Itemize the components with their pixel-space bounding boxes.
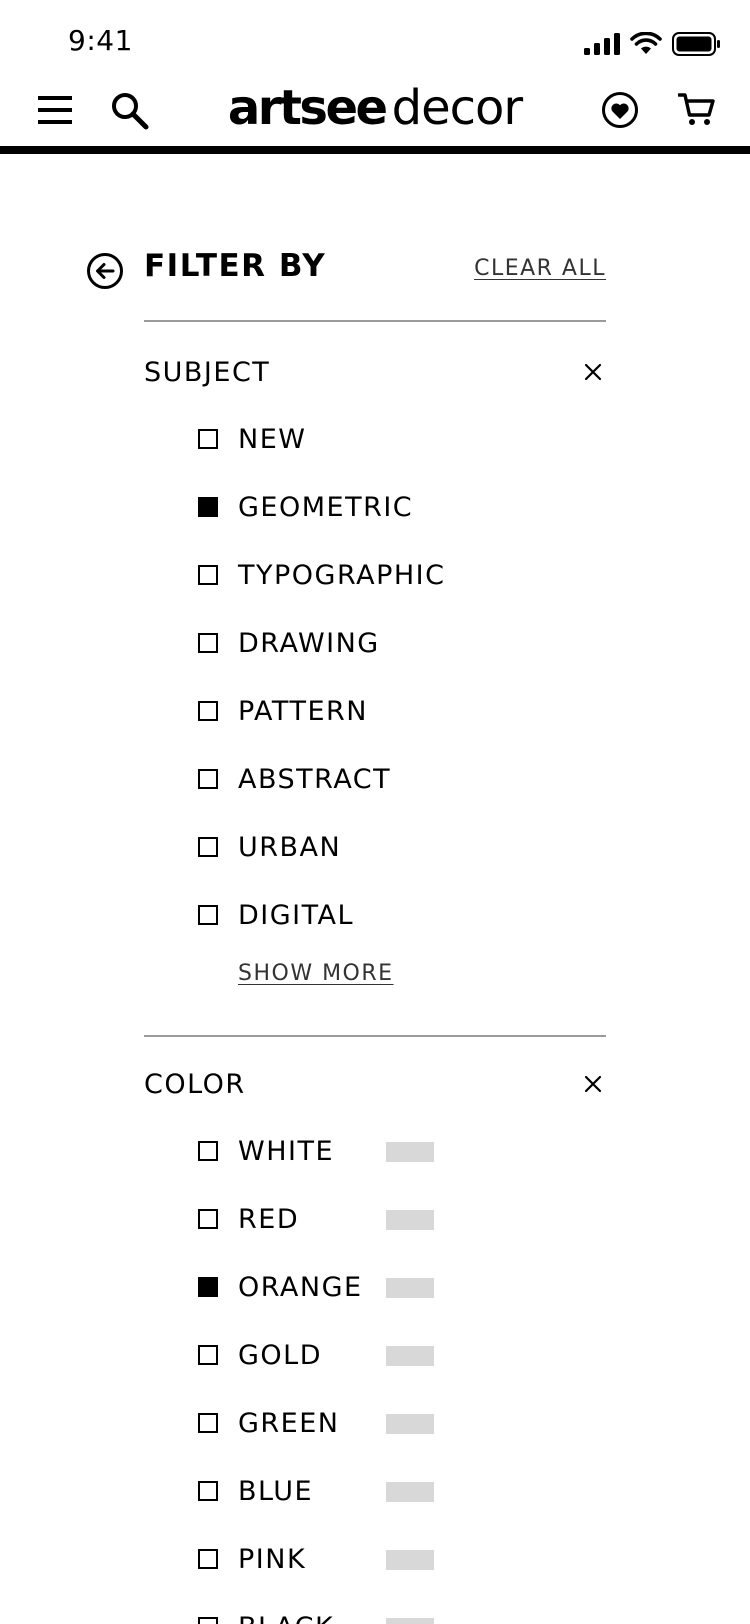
option-label: BLACK: [238, 1612, 334, 1624]
section-divider: [144, 320, 606, 322]
color-option-gold[interactable]: GOLD: [198, 1321, 598, 1389]
checkbox[interactable]: [198, 1413, 218, 1433]
subject-option-urban[interactable]: URBAN: [198, 813, 598, 881]
color-swatch: [386, 1482, 434, 1502]
subject-option-abstract[interactable]: ABSTRACT: [198, 745, 598, 813]
option-label: GREEN: [238, 1407, 340, 1439]
color-swatch: [386, 1142, 434, 1162]
option-label: PINK: [238, 1543, 307, 1575]
checkbox[interactable]: [198, 905, 218, 925]
checkbox[interactable]: [198, 633, 218, 653]
subject-options: NEW GEOMETRIC TYPOGRAPHIC DRAWING PATTER…: [198, 405, 598, 949]
color-option-black[interactable]: BLACK: [198, 1593, 598, 1624]
color-swatch: [386, 1414, 434, 1434]
color-swatch: [386, 1618, 434, 1624]
signal-icon: [584, 33, 620, 55]
option-label: NEW: [238, 423, 307, 455]
logo-light-text: decor: [391, 80, 523, 136]
section-divider: [144, 1035, 606, 1037]
subject-option-pattern[interactable]: PATTERN: [198, 677, 598, 745]
checkbox[interactable]: [198, 1209, 218, 1229]
color-option-pink[interactable]: PINK: [198, 1525, 598, 1593]
checkbox[interactable]: [198, 1617, 218, 1624]
collapse-color-close-icon[interactable]: [584, 1075, 602, 1093]
color-option-orange[interactable]: ORANGE: [198, 1253, 598, 1321]
option-label: DRAWING: [238, 627, 380, 659]
option-label: URBAN: [238, 831, 342, 863]
status-time: 9:41: [68, 24, 133, 57]
favorites-heart-icon[interactable]: [601, 91, 639, 129]
color-swatch: [386, 1278, 434, 1298]
color-swatch: [386, 1210, 434, 1230]
back-arrow-icon[interactable]: [86, 252, 124, 290]
logo-bold-text: artsee: [227, 80, 388, 136]
show-more-link[interactable]: SHOW MORE: [238, 961, 394, 986]
filter-screen: 9:41 artsee decor FILTER BY CLEAR ALL SU…: [0, 0, 750, 1624]
checkbox-checked[interactable]: [198, 497, 218, 517]
checkbox-checked[interactable]: [198, 1277, 218, 1297]
wifi-icon: [630, 32, 662, 54]
option-label: GEOMETRIC: [238, 491, 414, 523]
subject-option-new[interactable]: NEW: [198, 405, 598, 473]
option-label: DIGITAL: [238, 899, 355, 931]
subject-option-typographic[interactable]: TYPOGRAPHIC: [198, 541, 598, 609]
subject-title: SUBJECT: [144, 357, 271, 388]
header-divider: [0, 146, 750, 154]
cart-icon[interactable]: [678, 92, 716, 128]
checkbox[interactable]: [198, 1345, 218, 1365]
option-label: GOLD: [238, 1339, 323, 1371]
subject-option-geometric[interactable]: GEOMETRIC: [198, 473, 598, 541]
checkbox[interactable]: [198, 837, 218, 857]
checkbox[interactable]: [198, 769, 218, 789]
color-swatch: [386, 1346, 434, 1366]
option-label: RED: [238, 1203, 300, 1235]
option-label: TYPOGRAPHIC: [238, 559, 446, 591]
checkbox[interactable]: [198, 565, 218, 585]
checkbox[interactable]: [198, 1549, 218, 1569]
option-label: WHITE: [238, 1135, 335, 1167]
checkbox[interactable]: [198, 1141, 218, 1161]
battery-icon: [672, 32, 720, 56]
color-option-red[interactable]: RED: [198, 1185, 598, 1253]
checkbox[interactable]: [198, 701, 218, 721]
option-label: PATTERN: [238, 695, 368, 727]
color-option-green[interactable]: GREEN: [198, 1389, 598, 1457]
status-icons: [584, 32, 720, 56]
option-label: ABSTRACT: [238, 763, 392, 795]
color-title: COLOR: [144, 1069, 246, 1100]
color-option-blue[interactable]: BLUE: [198, 1457, 598, 1525]
color-option-white[interactable]: WHITE: [198, 1117, 598, 1185]
clear-all-link[interactable]: CLEAR ALL: [474, 256, 606, 281]
color-options: WHITE RED ORANGE GOLD GREEN BLUE PINK: [198, 1117, 598, 1624]
option-label: BLUE: [238, 1475, 314, 1507]
subject-option-drawing[interactable]: DRAWING: [198, 609, 598, 677]
option-label: ORANGE: [238, 1271, 363, 1303]
checkbox[interactable]: [198, 429, 218, 449]
filter-title: FILTER BY: [144, 248, 327, 284]
checkbox[interactable]: [198, 1481, 218, 1501]
collapse-subject-close-icon[interactable]: [584, 363, 602, 381]
subject-option-digital[interactable]: DIGITAL: [198, 881, 598, 949]
color-swatch: [386, 1550, 434, 1570]
